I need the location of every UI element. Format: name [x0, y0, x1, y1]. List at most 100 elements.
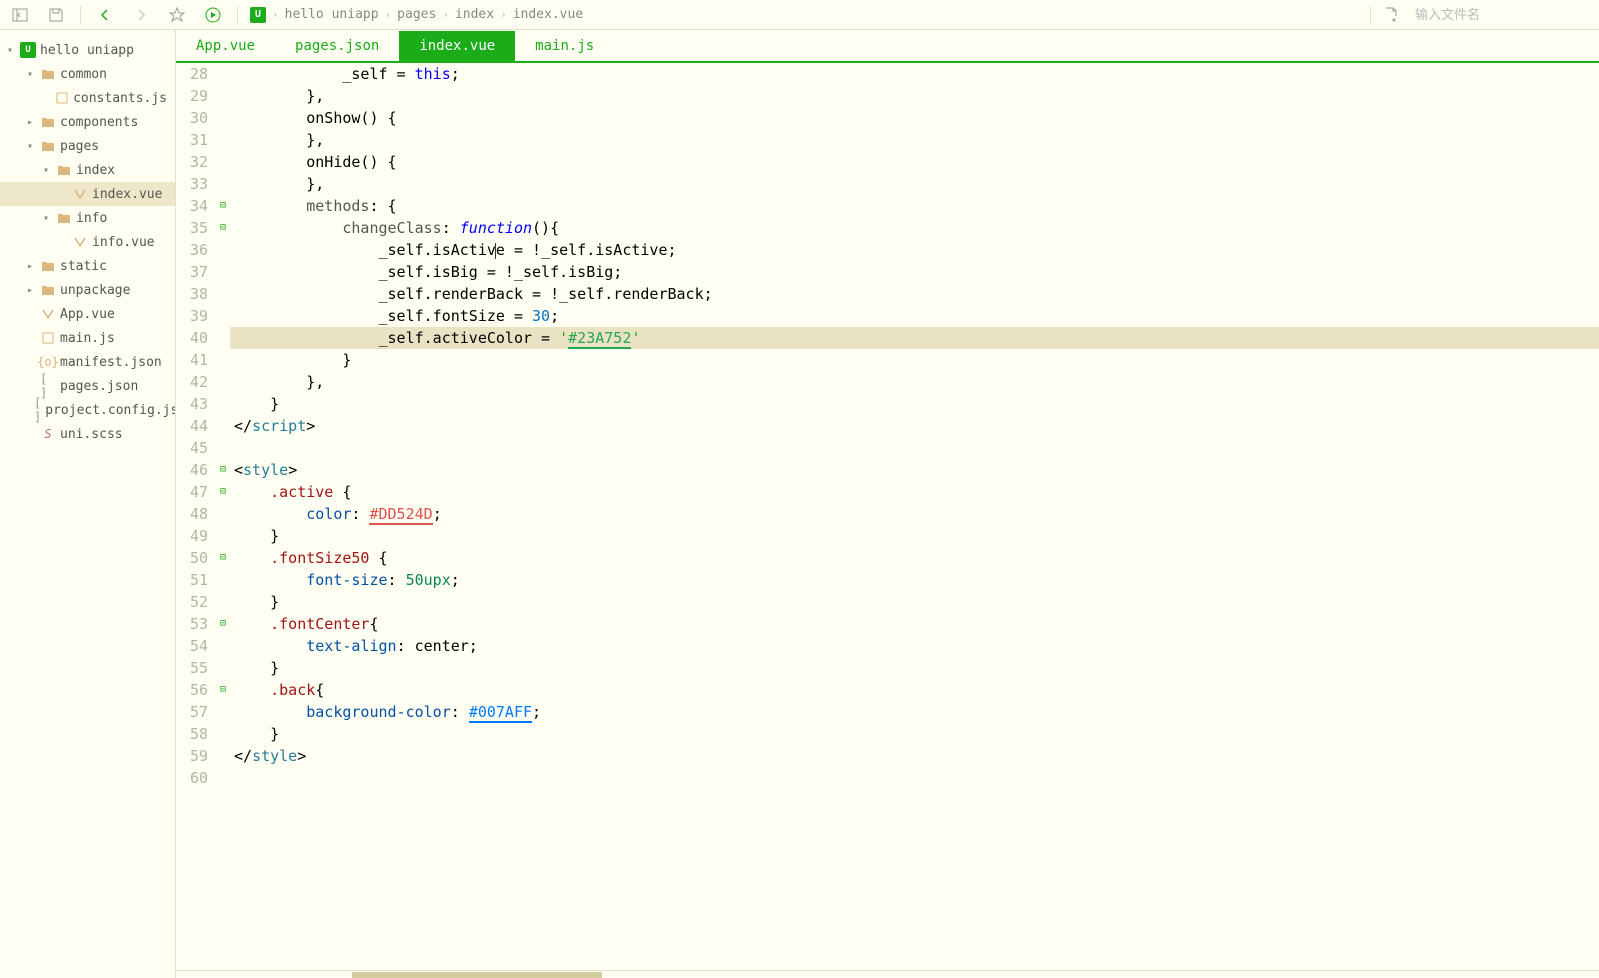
chevron-right-icon[interactable]: ▸ [24, 117, 36, 128]
code-line[interactable]: </style> [230, 745, 1599, 767]
spacer[interactable] [56, 237, 68, 248]
code-line[interactable]: .back{ [230, 679, 1599, 701]
code-line[interactable] [230, 767, 1599, 789]
breadcrumb-item[interactable]: hello uniapp [285, 7, 379, 22]
spacer[interactable] [56, 189, 68, 200]
chevron-down-icon[interactable]: ▾ [4, 45, 16, 56]
code-line[interactable]: } [230, 393, 1599, 415]
code-line[interactable]: .fontSize50 { [230, 547, 1599, 569]
star-icon[interactable] [165, 3, 189, 27]
code-line[interactable]: onShow() { [230, 107, 1599, 129]
tree-item-project-config-json[interactable]: [ ]project.config.json [0, 398, 175, 422]
fold-spacer [216, 415, 230, 437]
collapse-panel-icon[interactable] [8, 3, 32, 27]
fold-toggle-icon[interactable]: ⊟ [216, 195, 230, 217]
file-search-input[interactable] [1411, 5, 1591, 24]
code-content[interactable]: _self = this; }, onShow() { }, onHide() … [230, 63, 1599, 970]
tab-pages-json[interactable]: pages.json [275, 31, 399, 61]
code-line[interactable]: .active { [230, 481, 1599, 503]
code-line[interactable]: _self = this; [230, 63, 1599, 85]
tree-item-App-vue[interactable]: App.vue [0, 302, 175, 326]
code-line[interactable]: background-color: #007AFF; [230, 701, 1599, 723]
new-file-icon[interactable] [1379, 3, 1403, 27]
code-line[interactable]: _self.activeColor = '#23A752' [230, 327, 1599, 349]
code-line[interactable]: _self.isActive = !_self.isActive; [230, 239, 1599, 261]
code-line[interactable] [230, 437, 1599, 459]
code-line[interactable]: } [230, 723, 1599, 745]
save-icon[interactable] [44, 3, 68, 27]
breadcrumb-item[interactable]: index.vue [513, 7, 583, 22]
chevron-right-icon: › [385, 8, 392, 21]
chevron-down-icon[interactable]: ▾ [40, 165, 52, 176]
horizontal-scrollbar[interactable] [176, 970, 1599, 978]
code-line[interactable]: methods: { [230, 195, 1599, 217]
tree-project-root[interactable]: ▾ U hello uniapp [0, 38, 175, 62]
code-editor[interactable]: 2829303132333435363738394041424344454647… [176, 63, 1599, 970]
code-line[interactable]: changeClass: function(){ [230, 217, 1599, 239]
chevron-down-icon[interactable]: ▾ [24, 141, 36, 152]
tree-item-pages[interactable]: ▾pages [0, 134, 175, 158]
tree-item-unpackage[interactable]: ▸unpackage [0, 278, 175, 302]
fold-toggle-icon[interactable]: ⊟ [216, 547, 230, 569]
fold-toggle-icon[interactable]: ⊟ [216, 613, 230, 635]
code-line[interactable]: }, [230, 129, 1599, 151]
code-line[interactable]: onHide() { [230, 151, 1599, 173]
run-icon[interactable] [201, 3, 225, 27]
code-line[interactable]: }, [230, 173, 1599, 195]
tree-item-info[interactable]: ▾info [0, 206, 175, 230]
fold-toggle-icon[interactable]: ⊟ [216, 481, 230, 503]
code-line[interactable]: } [230, 525, 1599, 547]
forward-icon[interactable] [129, 3, 153, 27]
code-line[interactable]: }, [230, 371, 1599, 393]
scrollbar-thumb[interactable] [352, 972, 602, 978]
tree-item-index-vue[interactable]: index.vue [0, 182, 175, 206]
code-line[interactable]: _self.fontSize = 30; [230, 305, 1599, 327]
spacer[interactable] [24, 405, 30, 416]
code-line[interactable]: .fontCenter{ [230, 613, 1599, 635]
code-line[interactable]: </script> [230, 415, 1599, 437]
code-line[interactable]: <style> [230, 459, 1599, 481]
tree-item-static[interactable]: ▸static [0, 254, 175, 278]
fold-toggle-icon[interactable]: ⊟ [216, 217, 230, 239]
code-line[interactable]: } [230, 349, 1599, 371]
tree-item-components[interactable]: ▸components [0, 110, 175, 134]
spacer[interactable] [24, 333, 36, 344]
tree-item-main-js[interactable]: main.js [0, 326, 175, 350]
line-number: 51 [176, 569, 208, 591]
chevron-down-icon[interactable]: ▾ [24, 69, 36, 80]
tab-index-vue[interactable]: index.vue [399, 31, 515, 61]
chevron-right-icon[interactable]: ▸ [24, 261, 36, 272]
code-line[interactable]: _self.isBig = !_self.isBig; [230, 261, 1599, 283]
code-line[interactable]: } [230, 591, 1599, 613]
tree-item-manifest-json[interactable]: {o}manifest.json [0, 350, 175, 374]
spacer[interactable] [24, 429, 36, 440]
tree-item-common[interactable]: ▾common [0, 62, 175, 86]
spacer[interactable] [24, 381, 36, 392]
breadcrumb-item[interactable]: index [455, 7, 494, 22]
back-icon[interactable] [93, 3, 117, 27]
code-line[interactable]: }, [230, 85, 1599, 107]
fold-toggle-icon[interactable]: ⊟ [216, 679, 230, 701]
breadcrumb-item[interactable]: pages [397, 7, 436, 22]
tree-item-pages-json[interactable]: [ ]pages.json [0, 374, 175, 398]
tree-item-uni-scss[interactable]: Suni.scss [0, 422, 175, 446]
code-line[interactable]: _self.renderBack = !_self.renderBack; [230, 283, 1599, 305]
tree-item-index[interactable]: ▾index [0, 158, 175, 182]
spacer[interactable] [24, 357, 36, 368]
tree-item-constants-js[interactable]: constants.js [0, 86, 175, 110]
tab-main-js[interactable]: main.js [515, 31, 614, 61]
code-line[interactable]: color: #DD524D; [230, 503, 1599, 525]
tree-item-info-vue[interactable]: info.vue [0, 230, 175, 254]
tab-App-vue[interactable]: App.vue [176, 31, 275, 61]
fold-gutter[interactable]: ⊟⊟⊟⊟⊟⊟⊟ [216, 63, 230, 970]
file-explorer-sidebar[interactable]: ▾ U hello uniapp ▾common constants.js▸co… [0, 30, 176, 978]
chevron-down-icon[interactable]: ▾ [40, 213, 52, 224]
chevron-right-icon[interactable]: ▸ [24, 285, 36, 296]
spacer[interactable] [40, 93, 51, 104]
code-line[interactable]: font-size: 50upx; [230, 569, 1599, 591]
line-number: 31 [176, 129, 208, 151]
fold-toggle-icon[interactable]: ⊟ [216, 459, 230, 481]
spacer[interactable] [24, 309, 36, 320]
code-line[interactable]: text-align: center; [230, 635, 1599, 657]
code-line[interactable]: } [230, 657, 1599, 679]
